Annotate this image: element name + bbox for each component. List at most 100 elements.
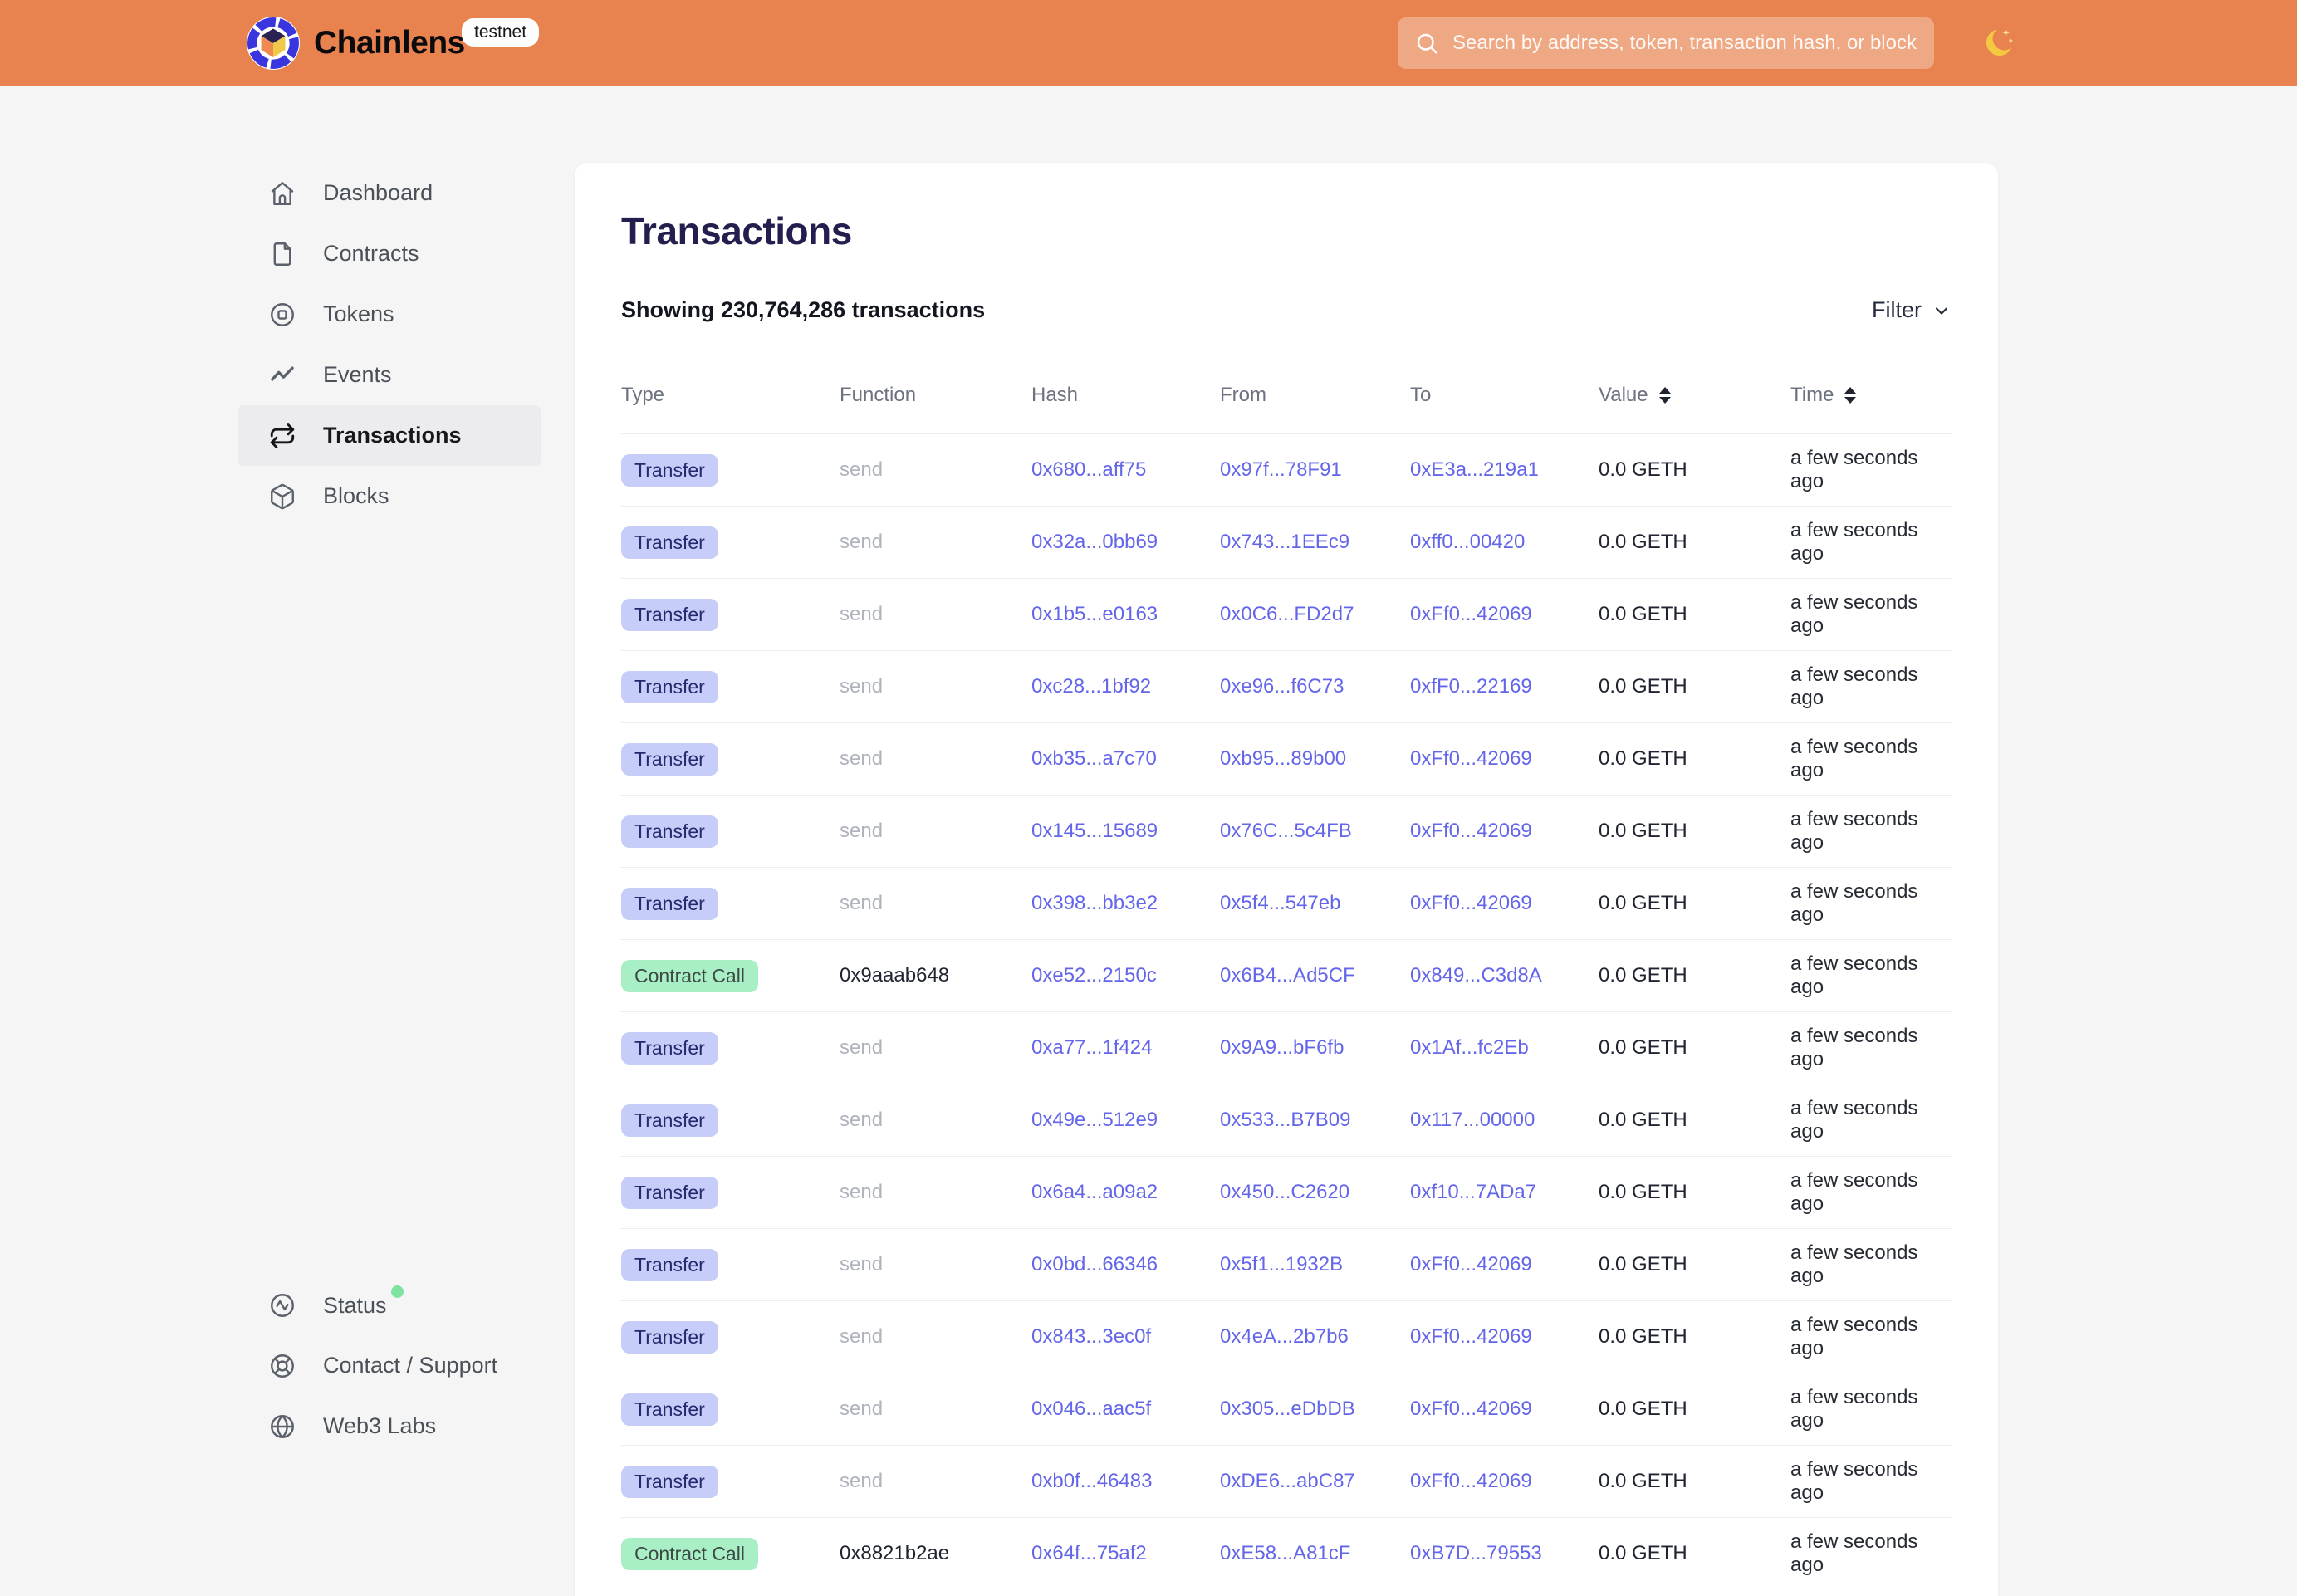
transactions-card: Transactions Showing 230,764,286 transac… <box>575 163 1998 1596</box>
function-cell: send <box>840 675 1031 698</box>
time-cell: a few seconds ago <box>1790 1097 1952 1143</box>
to-link[interactable]: 0xFf0...42069 <box>1410 603 1532 625</box>
sidebar-footer-nav: Status Contact / Support Web3 Labs <box>238 1275 541 1456</box>
to-link[interactable]: 0xFf0...42069 <box>1410 1470 1532 1492</box>
type-badge: Transfer <box>621 454 718 487</box>
sidebar-item-dashboard[interactable]: Dashboard <box>238 163 541 223</box>
hash-link[interactable]: 0xe52...2150c <box>1031 964 1157 986</box>
type-badge: Transfer <box>621 1321 718 1354</box>
from-link[interactable]: 0xb95...89b00 <box>1220 747 1346 770</box>
hash-link[interactable]: 0x680...aff75 <box>1031 458 1146 481</box>
hash-link[interactable]: 0x64f...75af2 <box>1031 1542 1147 1564</box>
sidebar-item-contracts[interactable]: Contracts <box>238 223 541 284</box>
hash-link[interactable]: 0x1b5...e0163 <box>1031 603 1158 625</box>
type-badge: Transfer <box>621 1032 718 1065</box>
to-link[interactable]: 0xB7D...79553 <box>1410 1542 1542 1564</box>
sidebar-item-status[interactable]: Status <box>238 1275 541 1335</box>
hash-link[interactable]: 0x32a...0bb69 <box>1031 531 1158 553</box>
to-link[interactable]: 0xFf0...42069 <box>1410 1253 1532 1275</box>
value-cell: 0.0 GETH <box>1599 747 1790 771</box>
value-cell: 0.0 GETH <box>1599 531 1790 554</box>
from-link[interactable]: 0x450...C2620 <box>1220 1181 1349 1203</box>
column-header-to: To <box>1410 384 1599 407</box>
type-badge: Contract Call <box>621 960 758 992</box>
from-link[interactable]: 0x743...1EEc9 <box>1220 531 1349 553</box>
column-header-value-sort[interactable]: Value <box>1599 384 1790 407</box>
from-link[interactable]: 0xE58...A81cF <box>1220 1542 1350 1564</box>
hash-link[interactable]: 0x145...15689 <box>1031 820 1158 842</box>
to-link[interactable]: 0xFf0...42069 <box>1410 1325 1532 1348</box>
hash-link[interactable]: 0xb35...a7c70 <box>1031 747 1157 770</box>
from-link[interactable]: 0x305...eDbDB <box>1220 1398 1355 1420</box>
sidebar-item-contact-support[interactable]: Contact / Support <box>238 1335 541 1396</box>
hash-link[interactable]: 0xb0f...46483 <box>1031 1470 1152 1492</box>
hash-link[interactable]: 0x49e...512e9 <box>1031 1109 1158 1131</box>
table-row: Transfer send 0x6a4...a09a2 0x450...C262… <box>621 1156 1952 1228</box>
to-link[interactable]: 0x849...C3d8A <box>1410 964 1542 986</box>
moon-icon <box>1980 24 2018 62</box>
hash-link[interactable]: 0x843...3ec0f <box>1031 1325 1151 1348</box>
sidebar-item-blocks[interactable]: Blocks <box>238 466 541 526</box>
global-search[interactable] <box>1398 17 1934 69</box>
column-header-hash: Hash <box>1031 384 1220 407</box>
network-badge: testnet <box>462 18 539 47</box>
from-link[interactable]: 0x76C...5c4FB <box>1220 820 1352 842</box>
table-row: Contract Call 0x9aaab648 0xe52...2150c 0… <box>621 939 1952 1011</box>
to-link[interactable]: 0xff0...00420 <box>1410 531 1525 553</box>
to-link[interactable]: 0xf10...7ADa7 <box>1410 1181 1536 1203</box>
token-icon <box>268 301 296 329</box>
time-cell: a few seconds ago <box>1790 663 1952 710</box>
hash-link[interactable]: 0xa77...1f424 <box>1031 1036 1152 1059</box>
from-link[interactable]: 0x533...B7B09 <box>1220 1109 1350 1131</box>
hash-link[interactable]: 0x6a4...a09a2 <box>1031 1181 1158 1203</box>
from-link[interactable]: 0xe96...f6C73 <box>1220 675 1344 698</box>
to-link[interactable]: 0x1Af...fc2Eb <box>1410 1036 1529 1059</box>
time-cell: a few seconds ago <box>1790 1169 1952 1216</box>
value-cell: 0.0 GETH <box>1599 1470 1790 1493</box>
theme-toggle-button[interactable] <box>1978 23 2020 65</box>
to-link[interactable]: 0xfF0...22169 <box>1410 675 1532 698</box>
filter-button[interactable]: Filter <box>1872 297 1952 323</box>
from-link[interactable]: 0x9A9...bF6fb <box>1220 1036 1344 1059</box>
brand-logo-link[interactable]: Chainlens <box>246 0 465 86</box>
hash-link[interactable]: 0x046...aac5f <box>1031 1398 1151 1420</box>
to-link[interactable]: 0xFf0...42069 <box>1410 892 1532 914</box>
sidebar-item-tokens[interactable]: Tokens <box>238 284 541 345</box>
type-badge: Contract Call <box>621 1538 758 1570</box>
from-link[interactable]: 0x6B4...Ad5CF <box>1220 964 1355 986</box>
sidebar-item-label: Blocks <box>323 483 389 509</box>
from-link[interactable]: 0x0C6...FD2d7 <box>1220 603 1354 625</box>
hash-link[interactable]: 0xc28...1bf92 <box>1031 675 1151 698</box>
function-cell: send <box>840 1181 1031 1204</box>
from-link[interactable]: 0xDE6...abC87 <box>1220 1470 1355 1492</box>
table-row: Transfer send 0x49e...512e9 0x533...B7B0… <box>621 1084 1952 1156</box>
type-badge: Transfer <box>621 671 718 703</box>
function-cell: send <box>840 892 1031 915</box>
to-link[interactable]: 0xFf0...42069 <box>1410 747 1532 770</box>
column-header-type: Type <box>621 384 840 407</box>
sidebar-item-events[interactable]: Events <box>238 345 541 405</box>
sidebar-item-web3-labs[interactable]: Web3 Labs <box>238 1396 541 1456</box>
to-link[interactable]: 0xFf0...42069 <box>1410 1398 1532 1420</box>
type-badge: Transfer <box>621 815 718 848</box>
from-link[interactable]: 0x5f4...547eb <box>1220 892 1340 914</box>
hash-link[interactable]: 0x0bd...66346 <box>1031 1253 1158 1275</box>
table-row: Transfer send 0x680...aff75 0x97f...78F9… <box>621 433 1952 506</box>
sidebar-nav: Dashboard Contracts Tokens Events <box>238 163 541 526</box>
from-link[interactable]: 0x4eA...2b7b6 <box>1220 1325 1349 1348</box>
table-row: Transfer send 0xa77...1f424 0x9A9...bF6f… <box>621 1011 1952 1084</box>
column-header-function: Function <box>840 384 1031 407</box>
function-cell: send <box>840 603 1031 626</box>
hash-link[interactable]: 0x398...bb3e2 <box>1031 892 1158 914</box>
search-input[interactable] <box>1452 32 1917 55</box>
sidebar-item-transactions[interactable]: Transactions <box>238 405 541 466</box>
to-link[interactable]: 0xE3a...219a1 <box>1410 458 1539 481</box>
from-link[interactable]: 0x5f1...1932B <box>1220 1253 1343 1275</box>
type-badge: Transfer <box>621 526 718 559</box>
to-link[interactable]: 0xFf0...42069 <box>1410 820 1532 842</box>
from-link[interactable]: 0x97f...78F91 <box>1220 458 1342 481</box>
column-header-time-sort[interactable]: Time <box>1790 384 1952 407</box>
to-link[interactable]: 0x117...00000 <box>1410 1109 1535 1131</box>
sidebar-item-label: Status <box>323 1292 404 1319</box>
sidebar-item-label: Dashboard <box>323 180 433 206</box>
